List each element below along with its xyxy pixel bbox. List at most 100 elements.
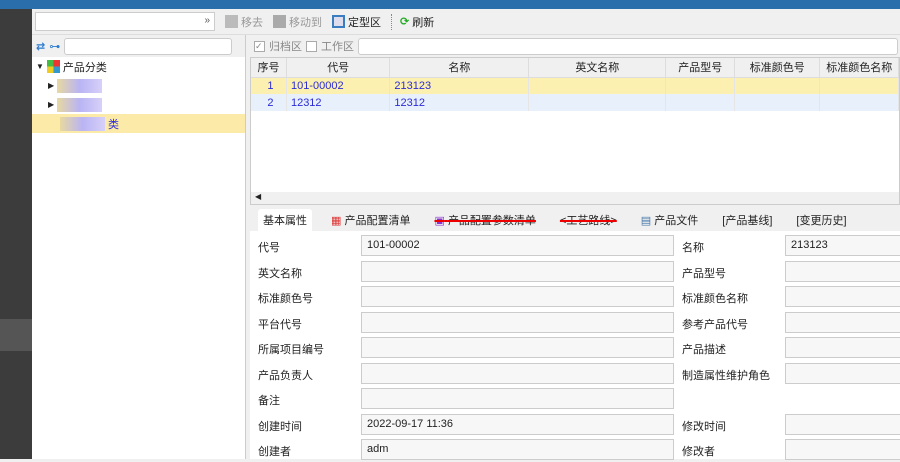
document-icon	[225, 15, 238, 28]
category-icon	[46, 60, 60, 73]
field-input[interactable]	[361, 362, 674, 384]
form-row: 平台代号 参考产品代号	[250, 310, 900, 335]
field-input[interactable]	[361, 388, 674, 409]
tab-basic[interactable]: 基本属性	[258, 209, 312, 231]
tree-toolbar: ⇄ ⊶	[32, 35, 245, 57]
tree-node[interactable]: ▶	[32, 95, 245, 114]
form-row: 所属项目编号 产品描述	[250, 335, 900, 360]
view-combo[interactable]: »	[35, 12, 215, 31]
cell	[665, 94, 736, 111]
field-input[interactable]	[785, 413, 900, 435]
form-row: 产品负责人 制造属性维护角色	[250, 361, 900, 386]
field-input[interactable]	[361, 260, 674, 282]
horizontal-scrollbar[interactable]: ◀	[251, 192, 899, 204]
form-row: 备注	[250, 386, 900, 411]
cell: 101-00002	[286, 77, 391, 94]
tab-label: 产品文件	[654, 215, 699, 227]
col-header[interactable]: 序号	[251, 58, 287, 78]
field-input[interactable]	[785, 286, 900, 307]
cell	[819, 94, 899, 111]
tab-change-history[interactable]: [变更历史]	[791, 209, 851, 231]
cell	[734, 94, 821, 111]
expand-icon[interactable]: ▼	[36, 62, 44, 71]
tree-node[interactable]: ▶	[32, 76, 245, 95]
category-tree: ⇄ ⊶ ▼ 产品分类 ▶ ▶ 类	[32, 35, 246, 459]
field-input[interactable]	[785, 260, 900, 282]
left-sidebar	[0, 9, 32, 459]
refresh-button[interactable]: ⟳ 刷新	[391, 13, 434, 30]
tab-process-route[interactable]: <工艺路线>	[555, 209, 622, 231]
field-label: 产品型号	[682, 267, 726, 280]
field-input[interactable]: adm	[361, 439, 674, 460]
col-header[interactable]: 名称	[389, 58, 530, 78]
sync-icon[interactable]: ⇄	[36, 40, 45, 53]
field-input[interactable]: 101-00002	[361, 235, 674, 256]
tab-config-list[interactable]: ▦ 产品配置清单	[326, 209, 415, 231]
cell	[528, 77, 667, 94]
package-icon: ▣	[434, 215, 445, 227]
col-header[interactable]: 标准颜色号	[734, 58, 821, 78]
blurred-label	[60, 116, 105, 131]
field-label: 备注	[258, 395, 280, 407]
filter-bar: ✓ 归档区 工作区	[250, 35, 900, 57]
tree-search-input[interactable]	[64, 37, 233, 55]
col-header[interactable]: 标准颜色名称	[819, 58, 899, 78]
tree-structure-icon[interactable]: ⊶	[49, 40, 60, 53]
tree-node-selected[interactable]: 类	[32, 114, 245, 133]
archive-label: 归档区	[269, 41, 302, 53]
field-input[interactable]: 213123	[785, 235, 900, 256]
sidebar-selected-item[interactable]	[0, 319, 32, 351]
tab-product-files[interactable]: ▤ 产品文件	[636, 209, 703, 231]
field-label: 参考产品代号	[682, 318, 748, 331]
cell: 2	[251, 94, 287, 111]
work-checkbox[interactable]	[306, 40, 317, 52]
field-label: 代号	[258, 242, 280, 254]
tree-node-label: 类	[108, 118, 119, 131]
form-row: 标准颜色号 标准颜色名称	[250, 284, 900, 309]
file-icon: ▤	[640, 215, 652, 227]
field-input[interactable]	[785, 337, 900, 358]
form-row: 英文名称 产品型号	[250, 259, 900, 284]
col-header[interactable]: 英文名称	[528, 58, 667, 78]
chevron-down-icon: »	[204, 15, 210, 26]
tab-config-params[interactable]: ▣ 产品配置参数清单	[429, 209, 540, 231]
cell	[665, 77, 736, 94]
field-input[interactable]	[361, 337, 674, 358]
product-grid: 序号 代号 名称 英文名称 产品型号 标准颜色号 标准颜色名称 1 101-000…	[250, 57, 900, 205]
refresh-icon: ⟳	[400, 16, 410, 28]
blurred-label	[57, 97, 103, 112]
tree-node-root[interactable]: ▼ 产品分类	[32, 57, 245, 76]
finalize-button[interactable]: 定型区	[332, 14, 381, 30]
field-input[interactable]	[785, 362, 900, 384]
remove-label: 移去	[241, 16, 263, 29]
form-row: 代号 101-00002 名称 213123	[250, 233, 900, 258]
table-row[interactable]: 2 12312 12312	[251, 94, 899, 111]
form-row: 创建时间 2022-09-17 11:36 修改时间	[250, 412, 900, 437]
field-input[interactable]	[785, 311, 900, 333]
form-icon	[332, 15, 345, 28]
col-header[interactable]: 代号	[286, 58, 391, 78]
field-input[interactable]	[361, 311, 674, 333]
collapse-icon[interactable]: ▶	[48, 81, 54, 90]
cell	[528, 94, 667, 111]
remove-button[interactable]: 移去	[225, 14, 263, 30]
field-label: 产品描述	[682, 344, 726, 356]
archive-checkbox[interactable]: ✓	[254, 40, 265, 52]
grid-header: 序号 代号 名称 英文名称 产品型号 标准颜色号 标准颜色名称	[251, 58, 899, 78]
cell	[734, 77, 821, 94]
tab-baseline[interactable]: [产品基线]	[717, 209, 777, 231]
col-header[interactable]: 产品型号	[665, 58, 736, 78]
filter-input[interactable]	[358, 37, 898, 55]
finalize-label: 定型区	[348, 16, 381, 29]
field-label: 所属项目编号	[258, 344, 324, 356]
field-input[interactable]: 2022-09-17 11:36	[361, 413, 674, 435]
field-label: 名称	[682, 242, 704, 254]
move-to-button[interactable]: 移动到	[273, 14, 322, 30]
table-row[interactable]: 1 101-00002 213123	[251, 77, 899, 94]
form-row: 创建者 adm 修改者	[250, 437, 900, 462]
field-label: 英文名称	[258, 267, 302, 280]
collapse-icon[interactable]: ▶	[48, 100, 54, 109]
field-input[interactable]	[785, 439, 900, 460]
field-label: 平台代号	[258, 318, 302, 331]
field-input[interactable]	[361, 286, 674, 307]
